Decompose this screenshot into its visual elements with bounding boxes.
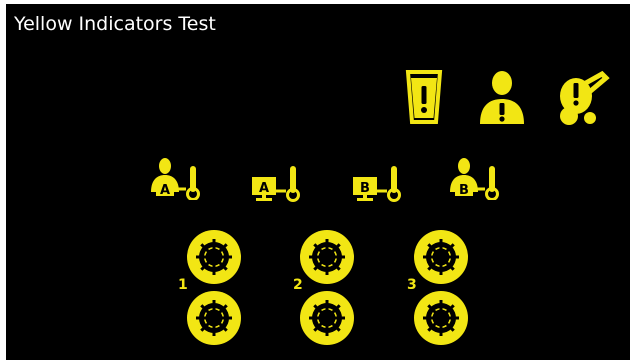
gear-top-icon [187,230,241,284]
beverage-cup-warning-icon [405,70,443,124]
gear-bottom-icon [300,291,354,345]
gear-bottom-icon [414,291,468,345]
operator-warning-icon [480,71,524,124]
operator-a-temperature-icon: A [151,158,200,200]
operator-b-temperature-icon: B [450,158,499,200]
indicator-screen: Yellow Indicators Test A A B B 1 2 3 [0,0,637,364]
gear-top-icon [414,230,468,284]
svg-text:A: A [259,181,269,196]
gear-bottom-icon [187,291,241,345]
window-title: Yellow Indicators Test [14,13,216,35]
display-a-temperature-icon: A [252,166,300,202]
display-b-temperature-icon: B [353,166,401,202]
svg-text:B: B [360,181,370,196]
svg-text:B: B [459,183,469,198]
gear-top-icon [300,230,354,284]
svg-text:A: A [160,183,170,198]
indicator-panel: Yellow Indicators Test A A B B 1 2 3 [6,4,630,360]
equipment-fault-warning-icon [560,70,610,125]
